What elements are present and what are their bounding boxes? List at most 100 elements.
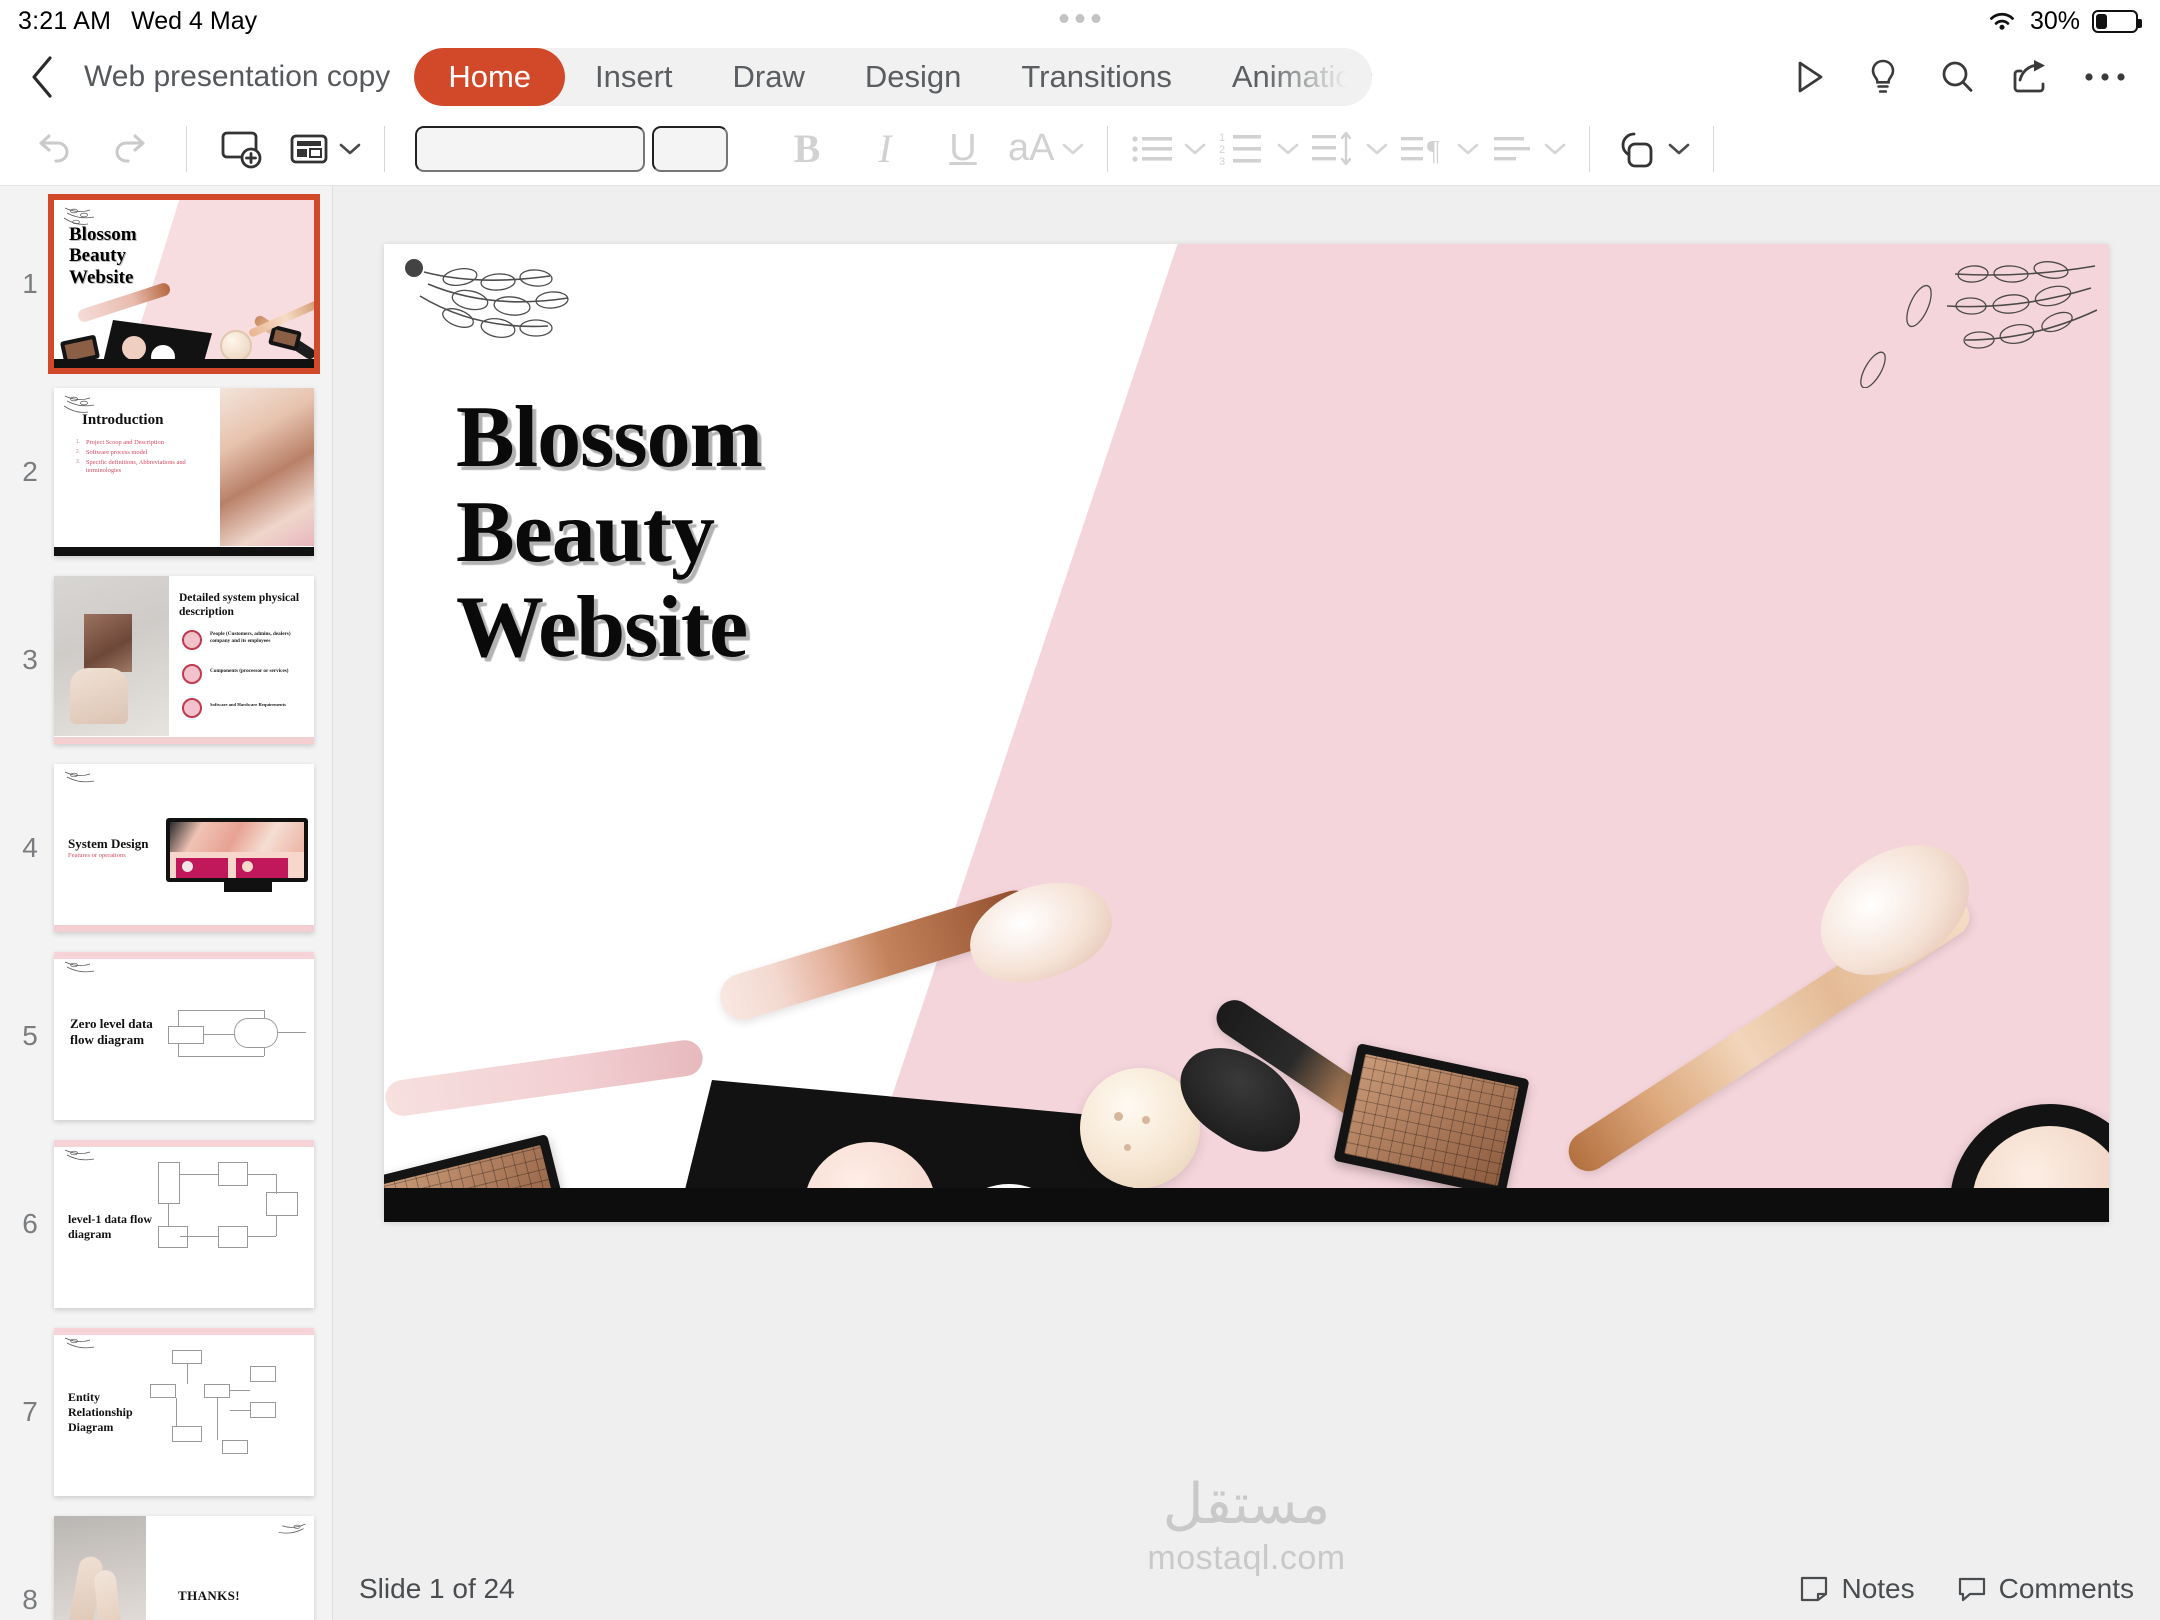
tab-home[interactable]: Home <box>414 48 566 106</box>
slide-thumbnail-6[interactable]: level-1 data flow diagram <box>54 1140 314 1308</box>
icon-bullet-1 <box>182 630 202 650</box>
comments-label: Comments <box>1998 1573 2134 1604</box>
slide-number: 1 <box>22 268 38 299</box>
leaf-sprig-icon <box>64 1337 95 1349</box>
thumbnail-title: Blossom Beauty Website <box>69 224 137 288</box>
text-format-button[interactable]: aA <box>1002 118 1091 180</box>
icon-bullet-2 <box>182 664 202 684</box>
thumbnail-title: Introduction <box>82 412 164 428</box>
thumbnail-photo <box>54 576 169 736</box>
tab-animations[interactable]: Animations <box>1202 48 1372 106</box>
thumbnail-row[interactable]: 6 level-1 data flow diagram <box>0 1140 332 1308</box>
redo-button[interactable] <box>92 118 170 180</box>
thumbnail-title: System Design <box>68 836 149 851</box>
numbered-list-button[interactable]: 1 2 3 <box>1213 118 1306 180</box>
slide-number: 6 <box>22 1208 38 1239</box>
underline-button[interactable]: U <box>924 118 1002 180</box>
undo-button[interactable] <box>14 118 92 180</box>
thumbnail-row[interactable]: 5 Zero level data flow diagram <box>0 952 332 1120</box>
thumbnail-row[interactable]: 8 THANKS! <box>0 1516 332 1620</box>
font-name-field[interactable] <box>415 125 645 172</box>
slide-thumbnail-2[interactable]: Introduction Project Scoop and Descripti… <box>54 388 314 556</box>
monitor-mockup <box>166 818 308 882</box>
font-size-field[interactable] <box>652 125 728 172</box>
wifi-icon <box>1990 12 2014 30</box>
italic-button[interactable]: I <box>846 118 924 180</box>
text-align-chevron-down-icon[interactable] <box>1543 141 1567 157</box>
slide-number: 4 <box>22 832 38 863</box>
thumbnail-row[interactable]: 3 Detailed system physical description P… <box>0 576 332 744</box>
slide-number: 5 <box>22 1020 38 1051</box>
status-date: Wed 4 May <box>131 6 258 35</box>
paragraph-direction-button[interactable]: ¶ <box>1395 118 1486 180</box>
tab-draw[interactable]: Draw <box>703 48 835 106</box>
formatting-toolbar: B I U aA 1 2 3 ¶ <box>0 112 2160 186</box>
document-title[interactable]: Web presentation copy <box>84 60 390 94</box>
slide-thumbnail-3[interactable]: Detailed system physical description Peo… <box>54 576 314 744</box>
layout-button[interactable] <box>281 118 368 180</box>
slide-number: 3 <box>22 644 38 675</box>
layout-chevron-down-icon[interactable] <box>338 141 362 157</box>
tab-insert[interactable]: Insert <box>565 48 703 106</box>
header-actions <box>1772 47 2160 107</box>
status-bottom-bar: Slide 1 of 24 Notes Comments <box>333 1558 2160 1620</box>
current-slide-canvas[interactable]: Blossom Beauty Website <box>384 244 2109 1222</box>
leaf-sprig-icon <box>278 1523 306 1534</box>
thumbnail-row[interactable]: 2 Introduction Project Scoop and Descrip… <box>0 388 332 556</box>
thumbnail-row[interactable]: 4 System Design Features or operations <box>0 764 332 932</box>
leaf-sprig-icon <box>64 771 95 783</box>
arrange-shapes-button[interactable] <box>1606 118 1697 180</box>
tab-transitions[interactable]: Transitions <box>991 48 1201 106</box>
lightbulb-tell-me-icon[interactable] <box>1846 47 1920 107</box>
slide-title[interactable]: Blossom Beauty Website <box>456 390 763 677</box>
icon-item-2: Components (processor or services) <box>210 668 289 674</box>
numbered-list-chevron-down-icon[interactable] <box>1276 141 1300 157</box>
slide-thumbnail-1[interactable]: Blossom Beauty Website <box>48 194 320 374</box>
bullet-list-button[interactable] <box>1124 118 1213 180</box>
dynamic-island-dots <box>1059 14 1101 23</box>
line-spacing-button[interactable] <box>1306 118 1395 180</box>
more-options-icon[interactable] <box>2068 47 2142 107</box>
thumbnail-title: level-1 data flow diagram <box>68 1212 152 1241</box>
bold-button[interactable]: B <box>768 118 846 180</box>
toolbar-divider-2 <box>384 125 385 172</box>
share-icon[interactable] <box>1994 47 2068 107</box>
battery-percent: 30% <box>2029 6 2080 35</box>
slide-thumbnail-7[interactable]: Entity Relationship Diagram <box>54 1328 314 1496</box>
text-align-button[interactable] <box>1486 118 1573 180</box>
text-format-chevron-down-icon[interactable] <box>1061 141 1085 157</box>
play-slideshow-icon[interactable] <box>1772 47 1846 107</box>
slide-thumbnail-5[interactable]: Zero level data flow diagram <box>54 952 314 1120</box>
arrange-chevron-down-icon[interactable] <box>1667 141 1691 157</box>
pink-handle-shape <box>384 1037 705 1119</box>
line-spacing-chevron-down-icon[interactable] <box>1365 141 1389 157</box>
slide-number: 7 <box>22 1396 38 1427</box>
slide-title-line-2: Beauty <box>456 484 715 582</box>
notes-button[interactable]: Notes <box>1799 1573 1915 1605</box>
watermark-arabic: مستقل <box>1162 1472 1331 1537</box>
ribbon-tabs: Home Insert Draw Design Transitions Anim… <box>414 48 1373 106</box>
bullet-list-chevron-down-icon[interactable] <box>1183 141 1207 157</box>
thumbnail-title: Detailed system physical description <box>179 592 300 618</box>
slide-title-line-3: Website <box>456 579 748 677</box>
comment-bubble-icon <box>1958 1577 1985 1602</box>
icon-item-3: Software and Hardware Requirements <box>210 702 286 707</box>
slide-bottom-bar <box>384 1188 2109 1222</box>
toolbar-divider-5 <box>1713 125 1715 172</box>
slide-stage[interactable]: Blossom Beauty Website مستقل mostaql.com… <box>333 186 2160 1620</box>
search-icon[interactable] <box>1920 47 1994 107</box>
paragraph-direction-chevron-down-icon[interactable] <box>1456 141 1480 157</box>
comments-button[interactable]: Comments <box>1957 1573 2134 1605</box>
new-slide-button[interactable] <box>203 118 281 180</box>
slide-thumbnail-panel[interactable]: 1 Blossom Beauty Website 2 Introduction … <box>0 186 333 1620</box>
thumbnail-row[interactable]: 7 Entity Relationship Diagram <box>0 1328 332 1496</box>
battery-icon <box>2092 9 2142 33</box>
back-chevron-icon[interactable] <box>22 56 62 98</box>
slide-thumbnail-8[interactable]: THANKS! <box>54 1516 314 1620</box>
thumbnail-photo <box>220 388 314 546</box>
thumbnail-row[interactable]: 1 Blossom Beauty Website <box>0 194 332 374</box>
slide-number: 8 <box>22 1584 38 1615</box>
slide-thumbnail-4[interactable]: System Design Features or operations <box>54 764 314 932</box>
thumbnail-title: Entity Relationship Diagram <box>68 1390 133 1434</box>
tab-design[interactable]: Design <box>835 48 992 106</box>
